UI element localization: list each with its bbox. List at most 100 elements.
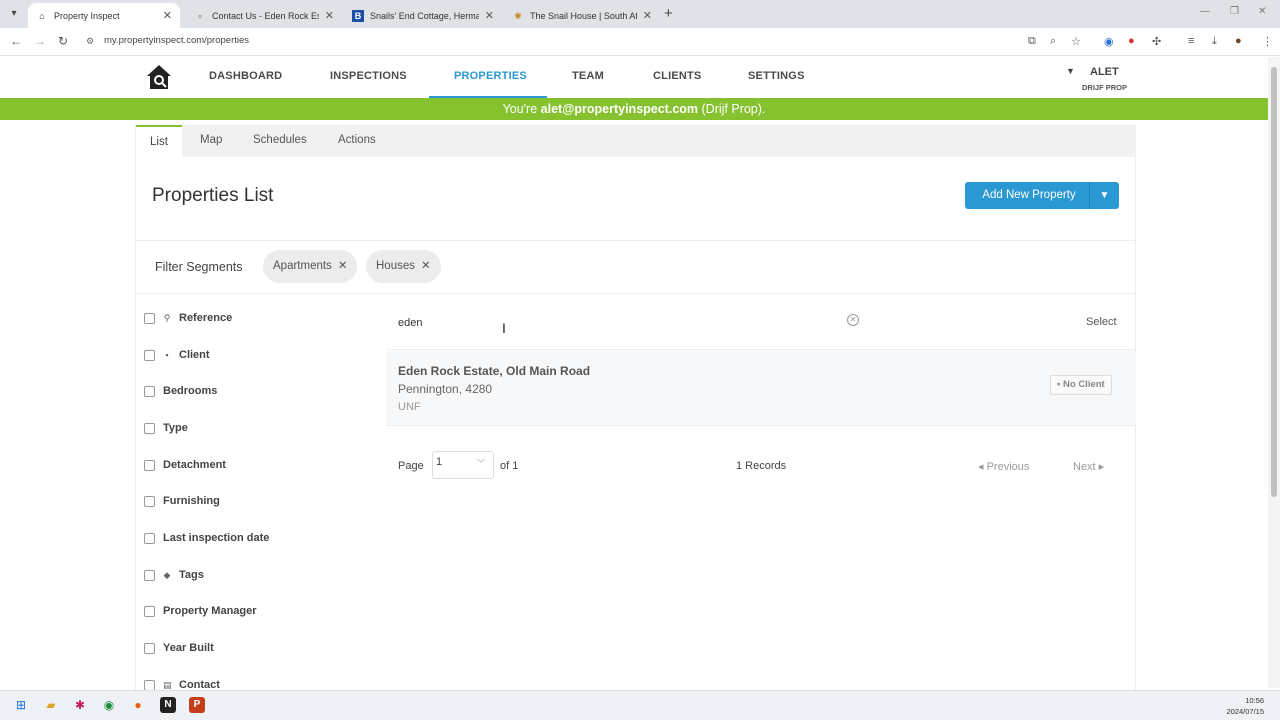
- pagination: Page 1 ﹀ of 1 1 Records ◂ Previous Next …: [386, 448, 1136, 480]
- minimize-icon[interactable]: —: [1200, 6, 1210, 17]
- filter-field-furnishing[interactable]: Furnishing: [144, 495, 220, 507]
- remove-icon[interactable]: ✕: [421, 260, 431, 272]
- client-badge-label: No Client: [1063, 379, 1105, 390]
- close-icon[interactable]: ✕: [163, 9, 172, 22]
- filter-field-bedrooms[interactable]: Bedrooms: [144, 385, 217, 397]
- extension-icon[interactable]: ◉: [1104, 35, 1114, 48]
- property-title[interactable]: Eden Rock Estate, Old Main Road: [398, 364, 590, 378]
- chevron-down-icon[interactable]: ▼: [1066, 66, 1075, 76]
- new-tab-icon[interactable]: +: [664, 5, 673, 22]
- filter-field-reference[interactable]: ⚲ Reference: [144, 312, 232, 324]
- user-name[interactable]: ALET: [1090, 66, 1119, 78]
- tab-schedules[interactable]: Schedules: [253, 134, 307, 146]
- tab-title: The Snail House | South Africa: [530, 10, 637, 21]
- nav-properties[interactable]: PROPERTIES: [454, 70, 527, 82]
- checkbox[interactable]: [144, 422, 155, 434]
- slack-icon[interactable]: ✱: [72, 697, 88, 713]
- restore-icon[interactable]: ❐: [1230, 6, 1239, 17]
- remove-icon[interactable]: ✕: [338, 260, 348, 272]
- app-logo-icon[interactable]: [146, 63, 172, 91]
- add-new-property-button[interactable]: Add New Property ▼: [965, 182, 1119, 209]
- chevron-down-icon[interactable]: ▼: [1089, 182, 1119, 209]
- browser-tab[interactable]: ⌂ Property Inspect ✕: [28, 3, 180, 28]
- filter-field-last-inspection-date[interactable]: Last inspection date: [144, 532, 269, 544]
- checkbox[interactable]: [144, 605, 155, 617]
- media-icon[interactable]: ≡: [1188, 35, 1194, 47]
- filter-chip-houses[interactable]: Houses ✕: [366, 250, 441, 283]
- filter-field-tags[interactable]: ◆ Tags: [144, 569, 204, 581]
- tab-actions[interactable]: Actions: [338, 134, 376, 146]
- tab-search-icon[interactable]: ▾: [6, 6, 22, 22]
- checkbox[interactable]: [144, 569, 155, 581]
- nav-inspections[interactable]: INSPECTIONS: [330, 70, 407, 82]
- bookmark-star-icon[interactable]: ☆: [1071, 35, 1081, 48]
- client-badge: ▪ No Client: [1050, 375, 1112, 395]
- close-icon[interactable]: ✕: [485, 9, 494, 22]
- next-button[interactable]: Next ▸: [1073, 460, 1104, 473]
- property-address: Pennington, 4280: [398, 382, 493, 396]
- close-icon[interactable]: ✕: [643, 9, 652, 22]
- browser-tab[interactable]: ✺ The Snail House | South Africa ✕: [504, 3, 660, 28]
- checkbox[interactable]: [144, 642, 155, 654]
- booking-icon: B: [352, 9, 364, 22]
- url-field[interactable]: my.propertyinspect.com/properties: [104, 35, 249, 46]
- download-icon[interactable]: ⤓: [1212, 35, 1217, 48]
- page-select-value: 1: [436, 456, 443, 468]
- window-close-icon[interactable]: ✕: [1258, 6, 1266, 17]
- filter-field-detachment[interactable]: Detachment: [144, 459, 226, 471]
- page-scrollbar[interactable]: [1268, 57, 1280, 688]
- select-button[interactable]: Select: [1086, 316, 1117, 328]
- page-select[interactable]: 1 ﹀: [432, 451, 494, 479]
- nav-clients[interactable]: CLIENTS: [653, 70, 701, 82]
- clock-time: 10:56: [1245, 696, 1264, 705]
- checkbox[interactable]: [144, 679, 155, 691]
- firefox-icon[interactable]: ●: [130, 697, 146, 713]
- chrome-icon[interactable]: ◉: [101, 697, 117, 713]
- reload-icon[interactable]: ↻: [58, 34, 68, 48]
- back-icon[interactable]: ←: [10, 34, 22, 48]
- menu-kebab-icon[interactable]: ⋮: [1262, 35, 1273, 48]
- nav-dashboard[interactable]: DASHBOARD: [209, 70, 282, 82]
- install-icon[interactable]: ⧉: [1028, 35, 1036, 48]
- filter-field-property-manager[interactable]: Property Manager: [144, 605, 257, 617]
- search-input[interactable]: [398, 314, 838, 332]
- checkbox[interactable]: [144, 532, 155, 544]
- tab-list[interactable]: List: [136, 125, 182, 157]
- notion-icon[interactable]: N: [160, 697, 176, 713]
- clear-search-icon[interactable]: ✕: [847, 314, 859, 326]
- subtab-bar: List Map Schedules Actions: [136, 125, 1136, 157]
- checkbox[interactable]: [144, 385, 155, 397]
- browser-tab[interactable]: ▫ Contact Us - Eden Rock Estate ✕: [186, 3, 342, 28]
- extensions-puzzle-icon[interactable]: ✣: [1152, 35, 1161, 48]
- filter-field-client[interactable]: ▪ Client: [144, 349, 210, 361]
- extension-icon[interactable]: ●: [1128, 35, 1135, 47]
- scroll-thumb[interactable]: [1271, 67, 1277, 497]
- site-info-icon[interactable]: ⚙: [86, 36, 94, 47]
- previous-button[interactable]: ◂ Previous: [978, 460, 1029, 473]
- snail-icon: ✺: [514, 10, 522, 21]
- clock[interactable]: 10:56 2024/07/15: [1226, 695, 1264, 717]
- filter-chip-apartments[interactable]: Apartments ✕: [263, 250, 358, 283]
- browser-tab[interactable]: B Snails' End Cottage, Hermanus ✕: [344, 3, 502, 28]
- close-icon[interactable]: ✕: [325, 9, 334, 22]
- profile-avatar-icon[interactable]: ●: [1235, 35, 1242, 47]
- checkbox[interactable]: [144, 459, 155, 471]
- banner-prefix: You're: [502, 102, 541, 116]
- forward-icon[interactable]: →: [34, 34, 46, 48]
- property-list-item[interactable]: Eden Rock Estate, Old Main Road Penningt…: [386, 351, 1136, 426]
- record-count: 1 Records: [736, 460, 787, 472]
- previous-label: Previous: [986, 461, 1030, 473]
- tab-map[interactable]: Map: [200, 134, 222, 146]
- windows-start-icon[interactable]: ⊞: [13, 697, 29, 713]
- file-explorer-icon[interactable]: ▰: [43, 697, 59, 713]
- checkbox[interactable]: [144, 349, 155, 361]
- filter-field-label: Bedrooms: [163, 385, 218, 397]
- checkbox[interactable]: [144, 312, 155, 324]
- checkbox[interactable]: [144, 495, 155, 507]
- filter-field-year-built[interactable]: Year Built: [144, 642, 214, 654]
- zoom-icon[interactable]: ⌕: [1050, 35, 1056, 48]
- filter-field-type[interactable]: Type: [144, 422, 188, 434]
- nav-team[interactable]: TEAM: [572, 70, 604, 82]
- nav-settings[interactable]: SETTINGS: [748, 70, 805, 82]
- powerpoint-icon[interactable]: P: [189, 697, 205, 713]
